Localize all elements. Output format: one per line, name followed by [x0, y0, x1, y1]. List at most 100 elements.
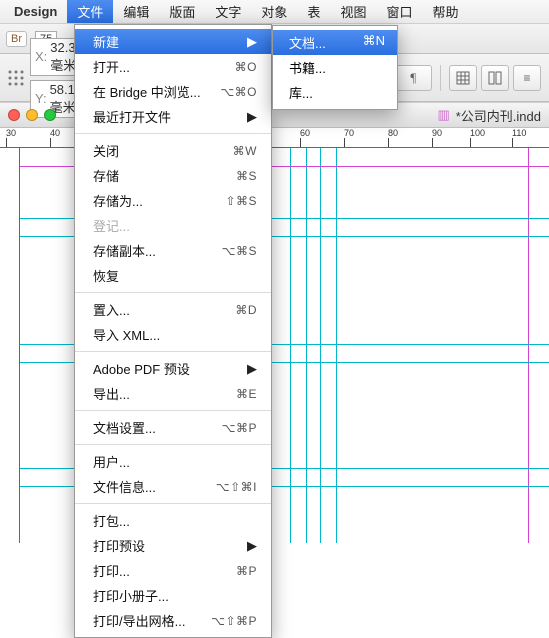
new-submenu: 文档... ⌘N 书籍... 库...: [272, 25, 398, 110]
menu-bar: Design 文件 编辑 版面 文字 对象 表 视图 窗口 帮助: [0, 0, 549, 24]
menu-type[interactable]: 文字: [205, 0, 251, 23]
ruler-tick: 70: [344, 128, 354, 138]
menu-label: 登记...: [93, 216, 130, 235]
submenu-item-book[interactable]: 书籍...: [273, 55, 397, 80]
shortcut: ⌥⌘O: [220, 85, 257, 99]
menu-item-package[interactable]: 打包...: [75, 508, 271, 533]
menu-item-open[interactable]: 打开... ⌘O: [75, 54, 271, 79]
submenu-item-document[interactable]: 文档... ⌘N: [273, 30, 397, 55]
menu-separator: [75, 410, 271, 411]
column-guide: [320, 148, 321, 543]
menu-label: 文档设置...: [93, 418, 156, 437]
ruler-tick: 40: [50, 128, 60, 138]
menu-table[interactable]: 表: [297, 0, 330, 23]
menu-item-export-grid[interactable]: 打印/导出网格... ⌥⇧⌘P: [75, 608, 271, 633]
columns-icon[interactable]: [481, 65, 509, 91]
menu-item-print[interactable]: 打印... ⌘P: [75, 558, 271, 583]
ruler-tick: 90: [432, 128, 442, 138]
menu-item-save-copy[interactable]: 存储副本... ⌥⌘S: [75, 238, 271, 263]
menu-window[interactable]: 窗口: [376, 0, 422, 23]
column-guide: [336, 148, 337, 543]
menu-item-close[interactable]: 关闭 ⌘W: [75, 138, 271, 163]
shortcut: ⌘O: [235, 60, 257, 74]
menu-item-recent[interactable]: 最近打开文件 ▶: [75, 104, 271, 129]
menu-layout[interactable]: 版面: [159, 0, 205, 23]
menu-label: 打印/导出网格...: [93, 611, 185, 630]
menu-label: 打印小册子...: [93, 586, 169, 605]
menu-separator: [75, 444, 271, 445]
shortcut: ⌥⌘S: [222, 244, 257, 258]
menu-label: 关闭: [93, 141, 119, 160]
menu-label: 打印...: [93, 561, 130, 580]
menu-separator: [75, 292, 271, 293]
menu-item-print-preset[interactable]: 打印预设 ▶: [75, 533, 271, 558]
menu-item-save[interactable]: 存储 ⌘S: [75, 163, 271, 188]
menu-item-export[interactable]: 导出... ⌘E: [75, 381, 271, 406]
shortcut: ⌘P: [236, 564, 257, 578]
bridge-button[interactable]: Br: [6, 31, 27, 47]
menu-separator: [75, 133, 271, 134]
menu-item-pdf-preset[interactable]: Adobe PDF 预设 ▶: [75, 356, 271, 381]
menu-object[interactable]: 对象: [251, 0, 297, 23]
menu-help[interactable]: 帮助: [422, 0, 468, 23]
menu-label: 存储副本...: [93, 241, 156, 260]
ruler-vertical[interactable]: [0, 148, 20, 543]
submenu-arrow-icon: ▶: [247, 361, 257, 377]
menu-label: 文档...: [289, 33, 326, 52]
menu-separator: [75, 351, 271, 352]
menu-label: 置入...: [93, 300, 130, 319]
menu-item-place[interactable]: 置入... ⌘D: [75, 297, 271, 322]
shortcut: ⌥⌘P: [222, 421, 257, 435]
shortcut: ⌥⇧⌘P: [211, 614, 257, 628]
shortcut: ⌘N: [363, 33, 385, 52]
margin-guide: [528, 148, 529, 543]
menu-item-user[interactable]: 用户...: [75, 449, 271, 474]
minimize-window-icon[interactable]: [26, 109, 38, 121]
shortcut: ⇧⌘S: [225, 194, 257, 208]
submenu-arrow-icon: ▶: [247, 109, 257, 125]
document-icon: ▥: [437, 107, 449, 123]
menu-edit[interactable]: 编辑: [113, 0, 159, 23]
window-controls: [8, 109, 56, 121]
menu-label: 导入 XML...: [93, 325, 160, 344]
column-guide: [290, 148, 291, 543]
reference-point-icon[interactable]: [8, 70, 24, 86]
grid-icon[interactable]: [449, 65, 477, 91]
document-tab[interactable]: ▥ *公司内刊.indd: [437, 106, 541, 125]
submenu-item-library[interactable]: 库...: [273, 80, 397, 105]
paragraph-style-icon[interactable]: ¶: [394, 65, 432, 91]
close-window-icon[interactable]: [8, 109, 20, 121]
menu-item-doc-setup[interactable]: 文档设置... ⌥⌘P: [75, 415, 271, 440]
menu-label: 存储: [93, 166, 119, 185]
menu-item-import-xml[interactable]: 导入 XML...: [75, 322, 271, 347]
menu-label: 用户...: [93, 452, 130, 471]
document-title: *公司内刊.indd: [456, 106, 541, 125]
menu-item-file-info[interactable]: 文件信息... ⌥⇧⌘I: [75, 474, 271, 499]
menu-item-browse-bridge[interactable]: 在 Bridge 中浏览... ⌥⌘O: [75, 79, 271, 104]
menu-view[interactable]: 视图: [330, 0, 376, 23]
menu-item-revert[interactable]: 恢复: [75, 263, 271, 288]
menu-label: 文件信息...: [93, 477, 156, 496]
ruler-tick: 80: [388, 128, 398, 138]
submenu-arrow-icon: ▶: [247, 538, 257, 554]
shortcut: ⌘E: [236, 387, 257, 401]
menu-label: 打开...: [93, 57, 130, 76]
menu-label: 最近打开文件: [93, 107, 171, 126]
column-guide: [306, 148, 307, 543]
ruler-tick: 100: [470, 128, 485, 138]
menu-label: 导出...: [93, 384, 130, 403]
menu-item-save-as[interactable]: 存储为... ⇧⌘S: [75, 188, 271, 213]
shortcut: ⌥⇧⌘I: [216, 480, 257, 494]
shortcut: ⌘W: [233, 144, 257, 158]
menu-item-checkin: 登记...: [75, 213, 271, 238]
panel-menu-icon[interactable]: ≡: [513, 65, 541, 91]
menu-file[interactable]: 文件: [67, 0, 113, 23]
zoom-window-icon[interactable]: [44, 109, 56, 121]
menu-label: Adobe PDF 预设: [93, 359, 190, 378]
ruler-tick: 110: [512, 128, 526, 138]
file-menu-dropdown: 新建 ▶ 打开... ⌘O 在 Bridge 中浏览... ⌥⌘O 最近打开文件…: [74, 24, 272, 638]
menu-item-new[interactable]: 新建 ▶: [75, 29, 271, 54]
menu-label: 在 Bridge 中浏览...: [93, 82, 201, 101]
menu-item-print-booklet[interactable]: 打印小册子...: [75, 583, 271, 608]
shortcut: ⌘S: [236, 169, 257, 183]
